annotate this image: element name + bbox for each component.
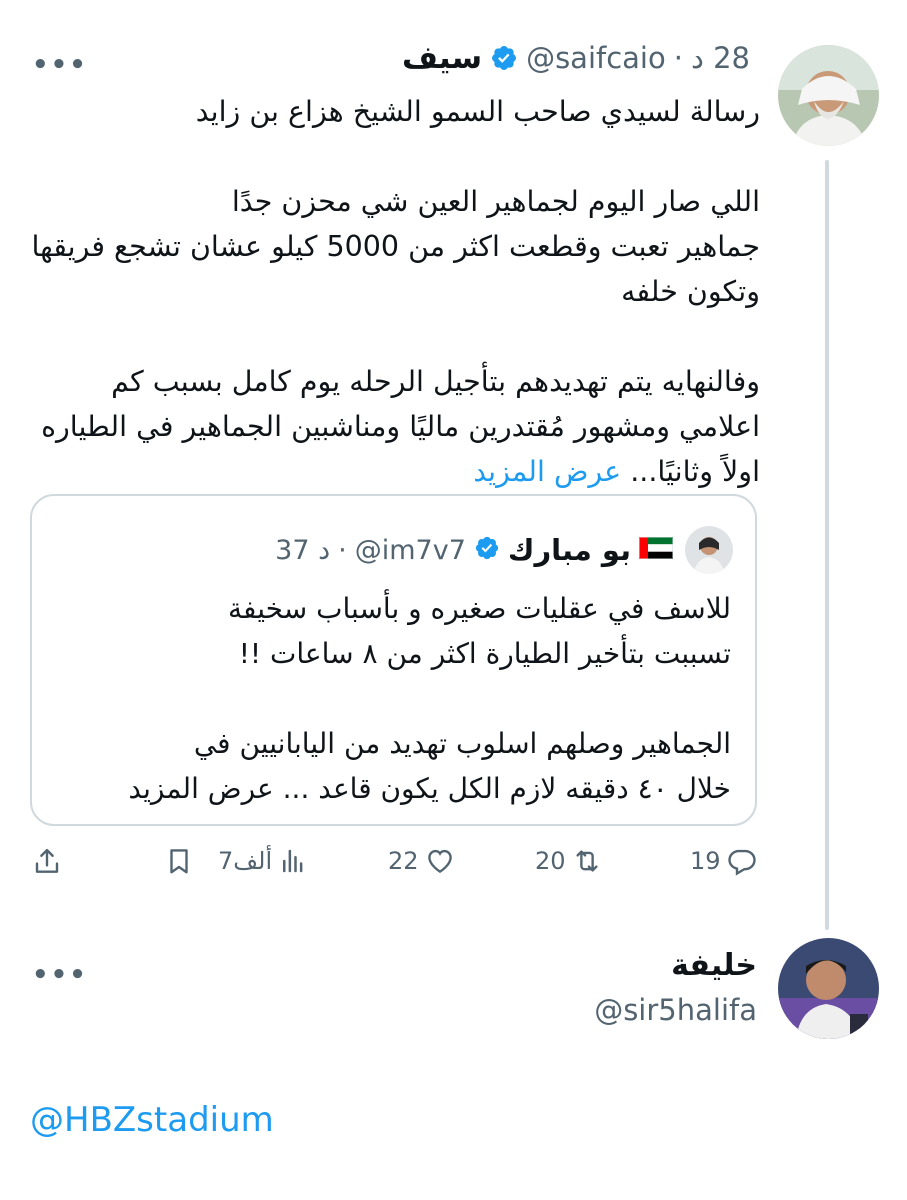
views-icon [283, 849, 303, 873]
reply-author-handle[interactable]: @sir5halifa [594, 993, 757, 1027]
like-button[interactable]: 22 [388, 846, 455, 876]
quoted-author-avatar[interactable] [685, 526, 733, 574]
quoted-verified-badge-icon [474, 535, 500, 565]
reply-count: 19 [690, 847, 721, 875]
author-avatar[interactable] [778, 45, 879, 146]
retweet-count: 20 [535, 847, 566, 875]
tweet-paragraph-1: رسالة لسيدي صاحب السمو الشيخ هزاع بن زاي… [195, 95, 760, 128]
quoted-author-name[interactable]: بو مبارك [508, 533, 631, 567]
retweet-icon [575, 850, 598, 872]
thread-connector-line [825, 160, 829, 930]
quoted-tweet-card[interactable]: بو مبارك @im7v7 · 37 د للاسف في عقليات ص… [30, 494, 757, 826]
quoted-author-handle[interactable]: @im7v7 [355, 535, 466, 566]
reply-button[interactable]: 19 [690, 846, 757, 876]
views-count: 7ألف [218, 847, 273, 875]
reply-author-name[interactable]: خليفة [671, 948, 757, 983]
quoted-tweet-body: للاسف في عقليات صغيره و بأسباب سخيفة تسب… [61, 586, 731, 811]
tweet-paragraph-3-text: وفالنهايه يتم تهديدهم بتأجيل الرحله يوم … [41, 365, 760, 488]
quoted-tweet-header: بو مبارك @im7v7 · 37 د [275, 526, 733, 574]
verified-badge-icon [490, 44, 518, 72]
tweet-time[interactable]: 28 د [691, 41, 750, 75]
tweet-body: رسالة لسيدي صاحب السمو الشيخ هزاع بن زاي… [30, 89, 760, 494]
uae-flag-icon [639, 537, 673, 563]
show-more-link[interactable]: عرض المزيد [473, 455, 621, 488]
author-handle[interactable]: @saifcaio [526, 41, 666, 75]
more-options-icon[interactable]: ••• [32, 50, 88, 80]
bookmark-button[interactable] [164, 846, 194, 876]
share-icon [35, 848, 59, 873]
quoted-paragraph-2: الجماهير وصلهم اسلوب تهديد من اليابانيين… [128, 727, 731, 805]
heart-icon [427, 849, 452, 874]
quoted-paragraph-1: للاسف في عقليات صغيره و بأسباب سخيفة تسب… [228, 592, 731, 670]
separator-dot: · [673, 41, 683, 75]
like-count: 22 [388, 847, 419, 875]
tweet-paragraph-2: اللي صار اليوم لجماهير العين شي محزن جدً… [31, 185, 760, 308]
author-name[interactable]: سيف [402, 40, 482, 76]
share-button[interactable] [32, 846, 62, 876]
retweet-button[interactable]: 20 [535, 846, 602, 876]
mention-link[interactable]: @HBZstadium [30, 1100, 274, 1140]
reply-author-avatar[interactable] [778, 938, 879, 1039]
views-button[interactable]: 7ألف [218, 846, 308, 876]
quoted-tweet-time[interactable]: 37 د [275, 535, 330, 566]
tweet-action-bar: 19 20 22 7ألف [30, 846, 757, 890]
bookmark-icon [170, 849, 188, 874]
tweet-paragraph-3: وفالنهايه يتم تهديدهم بتأجيل الرحله يوم … [30, 359, 760, 494]
reply-icon [727, 849, 756, 876]
reply-more-options-icon[interactable]: ••• [32, 960, 88, 990]
tweet-header: سيف @saifcaio · 28 د [402, 40, 750, 76]
quoted-separator-dot: · [338, 534, 347, 566]
